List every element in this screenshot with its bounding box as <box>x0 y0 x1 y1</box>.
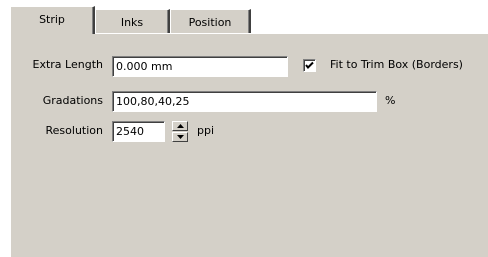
extra-length-label: Extra Length <box>32 58 103 71</box>
arrow-up-icon <box>177 124 184 128</box>
tab-position-label: Position <box>188 16 232 29</box>
spin-down-button[interactable] <box>172 132 188 142</box>
arrow-down-icon <box>177 135 184 139</box>
tab-strip[interactable]: Strip <box>10 6 95 34</box>
tab-strip-label: Strip <box>39 13 65 26</box>
gradations-input[interactable]: 100,80,40,25 <box>112 91 377 112</box>
spin-up-button[interactable] <box>172 121 188 131</box>
tab-position[interactable]: Position <box>170 9 251 34</box>
gradations-unit: % <box>385 94 396 107</box>
tab-inks[interactable]: Inks <box>95 9 170 34</box>
tab-inks-label: Inks <box>120 16 144 29</box>
resolution-label: Resolution <box>45 124 103 137</box>
checkmark-icon <box>305 61 314 69</box>
resolution-input[interactable]: 2540 <box>112 121 165 142</box>
extra-length-input[interactable]: 0.000 mm <box>112 56 288 77</box>
gradations-label: Gradations <box>42 94 103 107</box>
fit-to-trim-label: Fit to Trim Box (Borders) <box>330 58 463 71</box>
resolution-unit: ppi <box>197 124 215 137</box>
fit-to-trim-checkbox[interactable] <box>303 59 316 72</box>
resolution-spinner[interactable] <box>172 121 188 142</box>
